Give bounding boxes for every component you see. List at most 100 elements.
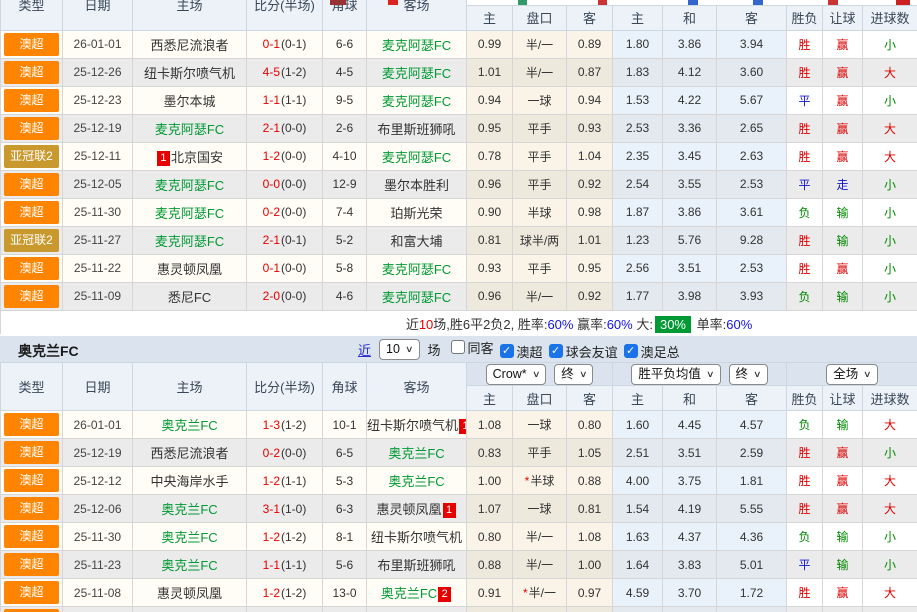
ah-away-odds: 0.92 — [567, 170, 613, 198]
ah-handicap: 半球 — [513, 198, 567, 226]
ah-home-odds: 0.81 — [467, 226, 513, 254]
handicap-result: 赢 — [823, 114, 863, 142]
filter-checkbox-球会友谊[interactable]: ✓球会友谊 — [549, 342, 618, 361]
team-name: 惠灵顿凤凰 — [157, 262, 222, 277]
eu-draw-odds: 3.51 — [663, 439, 717, 467]
team-name: 奥克兰FC — [388, 474, 444, 489]
ah-away-odds: 0.93 — [567, 114, 613, 142]
scope-select[interactable]: 全场∨ — [826, 364, 878, 385]
score: 2-1(1-1) — [247, 607, 323, 612]
eu-draw-odds: 4.12 — [663, 58, 717, 86]
auckland-history-table: 类型日期主场比分(半场)角球客场Crow*∨终∨胜平负均值∨终∨全场∨主盘口客主… — [0, 362, 917, 612]
odds-company-select[interactable]: Crow*∨ — [486, 364, 547, 385]
eu-home-odds: 2.54 — [613, 170, 663, 198]
filter-checkbox-澳足总[interactable]: ✓澳足总 — [624, 342, 680, 361]
away-team: 墨尔本胜利 — [367, 170, 467, 198]
filter-checkbox-澳超[interactable]: ✓澳超 — [500, 342, 543, 361]
team-name: 麦克阿瑟FC — [382, 150, 451, 165]
ui-fragment — [518, 0, 527, 5]
eu-home-odds: 1.64 — [613, 551, 663, 579]
eu-draw-odds: 4.22 — [663, 86, 717, 114]
ah-home-odds: 0.95 — [467, 114, 513, 142]
team-name: 西悉尼流浪者 — [150, 38, 228, 53]
near-count-select[interactable]: 10 ∨ — [379, 339, 420, 360]
league-type: 澳超 — [1, 254, 63, 282]
match-date: 25-12-12 — [63, 467, 133, 495]
handicap-result: 赢 — [823, 579, 863, 607]
team-name: 惠灵顿凤凰 — [376, 502, 441, 517]
column-header: 比分(半场) — [247, 363, 323, 411]
rank-badge: 1 — [157, 151, 170, 166]
league-badge: 澳超 — [4, 89, 59, 112]
home-team: 惠灵顿凤凰 — [133, 579, 247, 607]
ah-handicap: 半/一 — [513, 30, 567, 58]
away-team: 珀斯光荣 — [367, 198, 467, 226]
sub-column-header: 让球 — [823, 5, 863, 30]
eu-home-odds: 1.80 — [613, 30, 663, 58]
column-header: 主场 — [133, 363, 247, 411]
match-date: 25-12-05 — [63, 170, 133, 198]
ah-home-odds: 0.96 — [467, 282, 513, 310]
goals-result: 大 — [863, 114, 917, 142]
filter-checkbox-同客[interactable]: 同客 — [451, 338, 494, 357]
team-name: 纽卡斯尔喷气机 — [367, 418, 458, 433]
eu-away-odds: 2.63 — [717, 142, 787, 170]
near-link[interactable]: 近 — [358, 340, 371, 359]
away-team: 布里斯班狮吼 — [367, 551, 467, 579]
eu-home-odds: 1.77 — [613, 282, 663, 310]
corners: 9-5 — [323, 86, 367, 114]
corners: 8-1 — [323, 523, 367, 551]
corners: 4-5 — [323, 58, 367, 86]
ah-home-odds: 0.93 — [467, 254, 513, 282]
handicap-result: 赢 — [823, 30, 863, 58]
column-header: 角球 — [323, 363, 367, 411]
corners: 4-10 — [323, 142, 367, 170]
sub-column-header: 客 — [567, 386, 613, 411]
match-row: 澳超25-12-26纽卡斯尔喷气机4-5(1-2)4-5麦克阿瑟FC1.01半/… — [1, 58, 917, 86]
home-team: 奥克兰FC — [133, 523, 247, 551]
checkbox-label: 澳超 — [517, 342, 543, 361]
team-name: 麦克阿瑟FC — [382, 38, 451, 53]
chevron-down-icon: ∨ — [405, 341, 414, 358]
ah-away-odds: 0.95 — [567, 607, 613, 612]
chevron-down-icon: ∨ — [532, 366, 541, 383]
team-name: 珀斯光荣 — [390, 206, 442, 221]
league-badge: 澳超 — [4, 61, 59, 84]
goals-result: 大 — [863, 411, 917, 439]
eu-away-odds: 5.55 — [717, 495, 787, 523]
eu-draw-odds: 5.76 — [663, 226, 717, 254]
ah-handicap: 半/一 — [513, 282, 567, 310]
match-row: 澳超25-11-30麦克阿瑟FC0-2(0-0)7-4珀斯光荣0.90半球0.9… — [1, 198, 917, 226]
home-team: 麦克阿瑟FC — [133, 114, 247, 142]
team-name: 悉尼FC — [168, 290, 211, 305]
score: 0-2(0-0) — [247, 439, 323, 467]
eu-draw-odds: 3.86 — [663, 30, 717, 58]
score: 1-1(1-1) — [247, 86, 323, 114]
odds-company-time-select[interactable]: 终∨ — [554, 364, 593, 385]
eu-away-odds: 3.94 — [717, 30, 787, 58]
match-date: 26-01-01 — [63, 30, 133, 58]
team-name: 奥克兰FC — [161, 502, 217, 517]
sub-column-header: 主 — [613, 5, 663, 30]
eu-draw-odds: 3.45 — [663, 142, 717, 170]
ah-home-odds: 0.83 — [467, 439, 513, 467]
team-name: 布里斯班狮吼 — [377, 558, 455, 573]
europe-type-select[interactable]: 胜平负均值∨ — [631, 364, 720, 385]
ah-away-odds: 1.01 — [567, 226, 613, 254]
chevron-down-icon: ∨ — [579, 366, 588, 383]
eu-away-odds: 1.72 — [717, 579, 787, 607]
score: 1-1(1-1) — [247, 551, 323, 579]
summary-text: 单率: — [693, 317, 726, 332]
ah-handicap: 一球 — [513, 86, 567, 114]
match-row: 澳超25-12-19麦克阿瑟FC2-1(0-0)2-6布里斯班狮吼0.95平手0… — [1, 114, 917, 142]
section-title: 奥克兰FC — [18, 341, 79, 361]
rank-badge: 1 — [443, 503, 456, 518]
score: 3-1(1-0) — [247, 495, 323, 523]
league-badge: 澳超 — [4, 525, 59, 548]
goals-result: 小 — [863, 254, 917, 282]
europe-time-select[interactable]: 终∨ — [729, 364, 768, 385]
away-team: 麦克阿瑟FC — [367, 254, 467, 282]
team-name: 纽卡斯尔喷气机 — [371, 530, 462, 545]
league-type: 澳超 — [1, 439, 63, 467]
home-team: 奥克兰FC — [133, 551, 247, 579]
